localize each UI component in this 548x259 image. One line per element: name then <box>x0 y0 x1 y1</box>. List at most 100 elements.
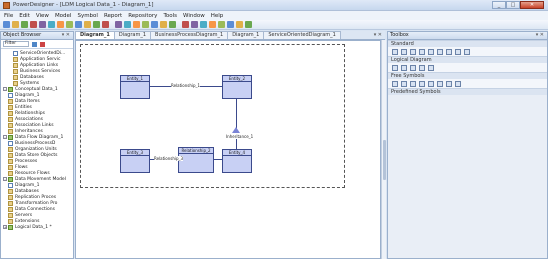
folder-icon <box>8 212 13 218</box>
association-link-right[interactable] <box>214 159 222 160</box>
browser-options-icon[interactable] <box>32 41 37 47</box>
open-icon[interactable] <box>12 21 19 28</box>
toolbox-tool-icon[interactable] <box>428 48 434 55</box>
help-icon[interactable] <box>245 21 252 28</box>
expand-collapse-icon[interactable]: - <box>3 87 7 91</box>
toolbox-tool-icon[interactable] <box>392 64 398 71</box>
entity-1[interactable]: Entity_1 <box>120 75 150 99</box>
tab-diagram[interactable]: Diagram_1 <box>227 31 265 39</box>
entity-4[interactable]: Entity_4 <box>222 149 252 173</box>
save-icon[interactable] <box>21 21 28 28</box>
toolbox-tool-icon[interactable] <box>455 80 461 87</box>
toolbox-tool-icon[interactable] <box>401 64 407 71</box>
toolbox-tool-icon[interactable] <box>392 80 398 87</box>
zoom-out-icon[interactable] <box>191 21 198 28</box>
expand-collapse-icon[interactable]: - <box>3 135 7 139</box>
toolbox-tool-icon[interactable] <box>419 64 425 71</box>
menu-edit[interactable]: Edit <box>19 13 30 19</box>
entity-2[interactable]: Entity_2 <box>222 75 252 99</box>
compare-icon[interactable] <box>151 21 158 28</box>
diagram-icon <box>8 92 13 98</box>
cut-icon[interactable] <box>48 21 55 28</box>
properties-icon[interactable] <box>115 21 122 28</box>
title-bar: PowerDesigner - [LDM Logical Data_1 - Di… <box>0 0 548 11</box>
relationship-2-node[interactable]: Relationship_2 <box>178 147 214 173</box>
toolbox-tool-icon[interactable] <box>455 48 461 55</box>
toolbox-tool-icon[interactable] <box>401 80 407 87</box>
menu-symbol[interactable]: Symbol <box>77 13 98 19</box>
toolbox-tool-icon[interactable] <box>437 48 443 55</box>
undo-icon[interactable] <box>84 21 91 28</box>
browser-filter-input[interactable]: Filter <box>3 41 29 47</box>
zoom-fit-icon[interactable] <box>200 21 207 28</box>
toolbox-tool-icon[interactable] <box>437 80 443 87</box>
diagram-canvas[interactable]: Entity_1 Entity_2 Entity_3 Relationship_… <box>75 40 381 259</box>
toolbox-section-header[interactable]: Predefined Symbols <box>388 88 547 95</box>
inheritance-triangle-icon[interactable] <box>232 127 240 133</box>
menu-file[interactable]: File <box>4 13 13 19</box>
canvas-vertical-scrollbar[interactable] <box>381 40 386 259</box>
panel-pin-close-icon[interactable]: ▾ ✕ <box>62 32 73 39</box>
toolbox-tool-icon[interactable] <box>446 48 452 55</box>
inheritance-line-top[interactable] <box>236 99 237 129</box>
impact-icon[interactable] <box>169 21 176 28</box>
tab-diagram[interactable]: ServiceOrientedDiagram_1 <box>263 31 341 39</box>
menu-model[interactable]: Model <box>55 13 72 19</box>
toolbox-tool-icon[interactable] <box>446 80 452 87</box>
menu-help[interactable]: Help <box>211 13 224 19</box>
refresh-icon[interactable] <box>236 21 243 28</box>
tab-diagram[interactable]: Diagram_1 <box>75 31 115 39</box>
tab-diagram[interactable]: BusinessProcessDiagram_1 <box>150 31 229 39</box>
toolbox-tool-icon[interactable] <box>428 64 434 71</box>
save-all-icon[interactable] <box>30 21 37 28</box>
browser-clear-icon[interactable] <box>40 41 45 47</box>
copy-icon[interactable] <box>57 21 64 28</box>
menu-tools[interactable]: Tools <box>163 13 177 19</box>
new-icon[interactable] <box>3 21 10 28</box>
panel-pin-close-icon[interactable]: ▾ ✕ <box>536 32 547 39</box>
find-icon[interactable] <box>102 21 109 28</box>
tree-item[interactable]: + Logical Data_1 * <box>3 224 73 230</box>
delete-icon[interactable] <box>75 21 82 28</box>
scrollbar-thumb[interactable] <box>383 140 386 180</box>
paste-icon[interactable] <box>66 21 73 28</box>
tab-diagram[interactable]: Diagram_1 <box>113 31 152 39</box>
menu-window[interactable]: Window <box>183 13 205 19</box>
expand-collapse-icon[interactable]: + <box>3 225 7 229</box>
check-model-icon[interactable] <box>124 21 131 28</box>
toolbox-tool-icon[interactable] <box>428 80 434 87</box>
toolbox-tool-icon[interactable] <box>410 64 416 71</box>
tab-close-icon[interactable]: ▾ ✕ <box>374 32 382 38</box>
toolbox-tool-icon[interactable] <box>419 80 425 87</box>
toolbox-tool-icon[interactable] <box>401 48 407 55</box>
model-icon <box>8 224 13 230</box>
toolbox-section-header[interactable]: Logical Diagram <box>388 56 547 63</box>
menu-view[interactable]: View <box>36 13 49 19</box>
zoom-in-icon[interactable] <box>182 21 189 28</box>
toolbox-tool-icon[interactable] <box>410 48 416 55</box>
redo-icon[interactable] <box>93 21 100 28</box>
close-button[interactable]: ✕ <box>520 1 544 9</box>
generate-icon[interactable] <box>133 21 140 28</box>
tree-item[interactable]: ServiceOrientedDi... <box>3 50 73 56</box>
minimize-button[interactable]: _ <box>492 1 506 9</box>
merge-icon[interactable] <box>160 21 167 28</box>
grid-icon[interactable] <box>209 21 216 28</box>
toolbox-tool-icon[interactable] <box>419 48 425 55</box>
toolbox-tool-icon[interactable] <box>410 80 416 87</box>
menu-report[interactable]: Report <box>104 13 122 19</box>
toolbox-section-header[interactable]: Standard <box>388 40 547 47</box>
entity-3[interactable]: Entity_3 <box>120 149 150 173</box>
align-icon[interactable] <box>218 21 225 28</box>
powerdesigner-app-icon[interactable] <box>3 1 10 9</box>
menu-repository[interactable]: Repository <box>128 13 157 19</box>
toolbox-tool-icon[interactable] <box>464 48 470 55</box>
layout-icon[interactable] <box>227 21 234 28</box>
toolbox-section-header[interactable]: Free Symbols <box>388 72 547 79</box>
maximize-button[interactable]: □ <box>506 1 520 9</box>
print-icon[interactable] <box>39 21 46 28</box>
toolbox-tool-icon[interactable] <box>392 48 398 55</box>
expand-collapse-icon[interactable]: - <box>3 177 7 181</box>
reverse-icon[interactable] <box>142 21 149 28</box>
inheritance-line-bottom[interactable] <box>236 139 237 149</box>
